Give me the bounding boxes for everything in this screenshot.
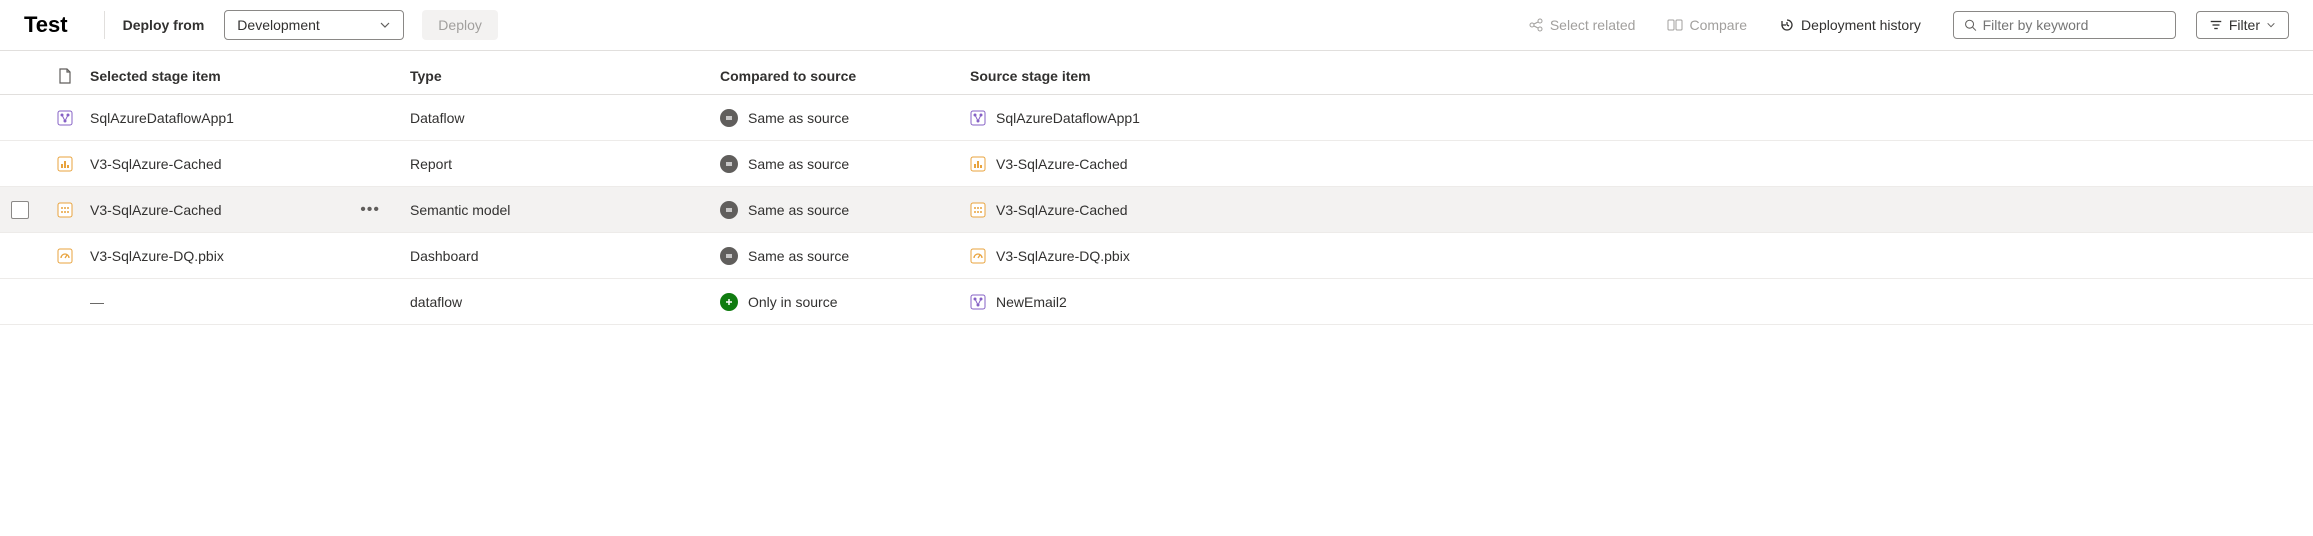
- compare-button[interactable]: Compare: [1657, 11, 1757, 39]
- divider: [104, 11, 105, 39]
- filter-icon: [2209, 18, 2223, 32]
- status-badge: [720, 247, 738, 265]
- source-item-name: V3-SqlAzure-Cached: [996, 156, 1128, 172]
- table-row[interactable]: V3-SqlAzure-Cached Report Same as source V3…: [0, 141, 2313, 187]
- status-label: Same as source: [748, 110, 849, 126]
- history-icon: [1779, 17, 1795, 33]
- deployment-history-label: Deployment history: [1801, 17, 1921, 33]
- status-badge: [720, 201, 738, 219]
- deploy-from-label: Deploy from: [123, 17, 205, 33]
- item-type-icon: [40, 110, 90, 126]
- filter-label: Filter: [2229, 17, 2260, 33]
- filter-button[interactable]: Filter: [2196, 11, 2289, 39]
- table-row[interactable]: SqlAzureDataflowApp1 Dataflow Same as sour…: [0, 95, 2313, 141]
- selected-item-name: V3-SqlAzure-DQ.pbix: [90, 248, 224, 264]
- compare-label: Compare: [1689, 17, 1747, 33]
- table-row[interactable]: V3-SqlAzure-DQ.pbix Dashboard Same as sour…: [0, 233, 2313, 279]
- source-item-name: V3-SqlAzure-DQ.pbix: [996, 248, 1130, 264]
- status-badge: [720, 155, 738, 173]
- item-type: dataflow: [410, 294, 720, 310]
- more-actions-button[interactable]: •••: [360, 201, 390, 219]
- toolbar: Test Deploy from Development Deploy Sele…: [0, 0, 2313, 51]
- col-compared[interactable]: Compared to source: [720, 68, 970, 84]
- table-header: Selected stage item Type Compared to sou…: [0, 51, 2313, 95]
- source-item-name: SqlAzureDataflowApp1: [996, 110, 1140, 126]
- item-type: Dataflow: [410, 110, 720, 126]
- source-stage-value: Development: [237, 17, 320, 33]
- status-label: Same as source: [748, 156, 849, 172]
- status-label: Same as source: [748, 202, 849, 218]
- row-checkbox[interactable]: [11, 201, 29, 219]
- chevron-down-icon: [2266, 20, 2276, 30]
- stage-title: Test: [24, 12, 68, 38]
- col-type[interactable]: Type: [410, 68, 720, 84]
- status-badge: [720, 109, 738, 127]
- chevron-down-icon: [379, 19, 391, 31]
- source-item-name: V3-SqlAzure-Cached: [996, 202, 1128, 218]
- source-type-icon: [970, 110, 986, 126]
- col-source[interactable]: Source stage item: [970, 68, 1290, 84]
- item-type-icon: [40, 202, 90, 218]
- item-type-icon: [40, 156, 90, 172]
- selected-item-name: V3-SqlAzure-Cached: [90, 202, 222, 218]
- col-selected[interactable]: Selected stage item: [90, 68, 410, 84]
- source-type-icon: [970, 202, 986, 218]
- item-type: Dashboard: [410, 248, 720, 264]
- status-label: Only in source: [748, 294, 837, 310]
- table-row[interactable]: V3-SqlAzure-Cached ••• Semantic model Same …: [0, 187, 2313, 233]
- selected-item-name: SqlAzureDataflowApp1: [90, 110, 234, 126]
- source-stage-select[interactable]: Development: [224, 10, 404, 40]
- source-type-icon: [970, 156, 986, 172]
- status-badge: [720, 293, 738, 311]
- search-input[interactable]: [1983, 17, 2165, 33]
- search-icon: [1964, 18, 1977, 32]
- source-type-icon: [970, 248, 986, 264]
- deploy-button[interactable]: Deploy: [422, 10, 498, 40]
- select-related-button[interactable]: Select related: [1518, 11, 1646, 39]
- file-icon: [58, 68, 72, 84]
- item-type-icon: [40, 248, 90, 264]
- search-box[interactable]: [1953, 11, 2176, 39]
- status-label: Same as source: [748, 248, 849, 264]
- select-related-label: Select related: [1550, 17, 1636, 33]
- source-item-name: NewEmail2: [996, 294, 1067, 310]
- item-type: Report: [410, 156, 720, 172]
- items-table: Selected stage item Type Compared to sou…: [0, 51, 2313, 325]
- selected-item-name: —: [90, 294, 104, 310]
- selected-item-name: V3-SqlAzure-Cached: [90, 156, 222, 172]
- item-type: Semantic model: [410, 202, 720, 218]
- compare-icon: [1667, 17, 1683, 33]
- table-row[interactable]: — dataflow Only in source NewEmail2: [0, 279, 2313, 325]
- deployment-history-button[interactable]: Deployment history: [1769, 11, 1931, 39]
- share-icon: [1528, 17, 1544, 33]
- source-type-icon: [970, 294, 986, 310]
